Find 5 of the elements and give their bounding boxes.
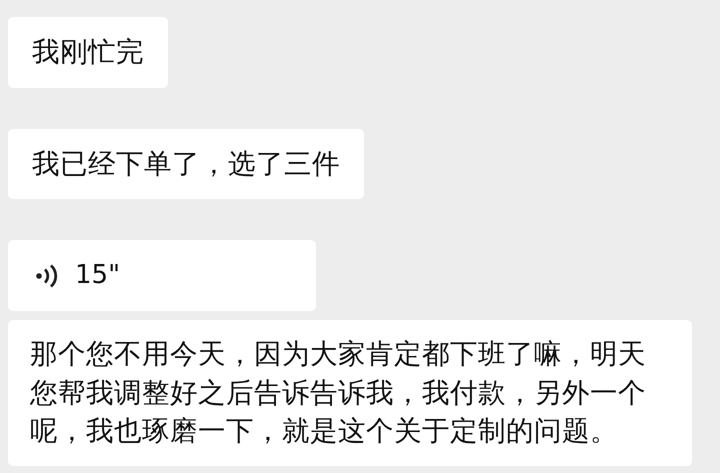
message-bubble: 我已经下单了，选了三件 (8, 128, 364, 199)
voice-message-bubble[interactable]: 15" (8, 240, 316, 311)
message-bubble: 那个您不用今天，因为大家肯定都下班了嘛，明天您帮我调整好之后告诉告诉我，我付款，另外一个呢，我也琢磨一下，就是这个关于定制的问题。 (8, 320, 692, 466)
voice-duration: 15" (75, 259, 120, 292)
message-bubble: 我刚忙完 (8, 17, 168, 88)
